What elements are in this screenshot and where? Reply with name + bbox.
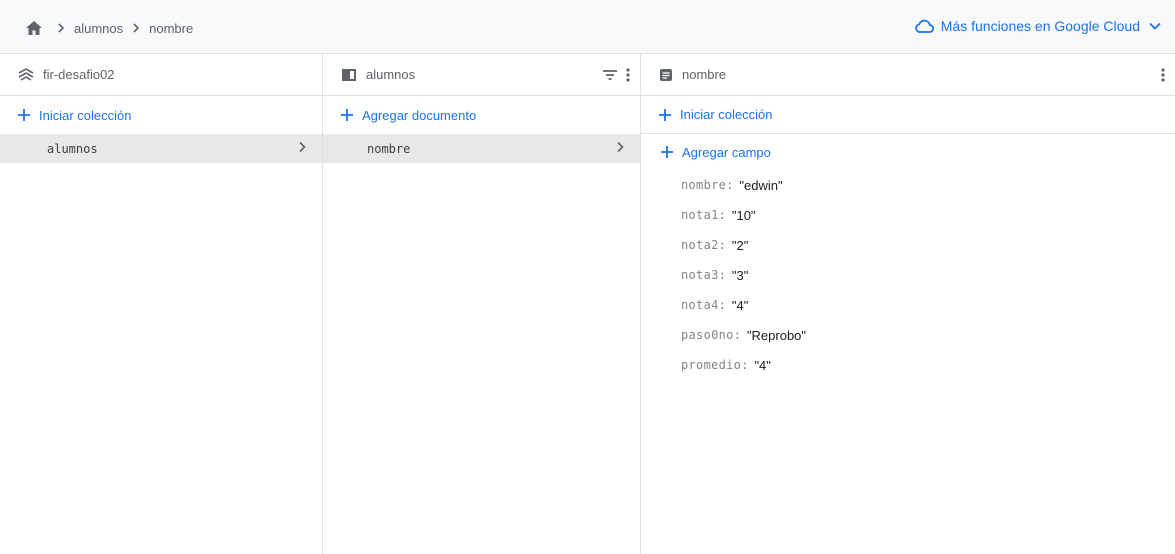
field-key: nota3 bbox=[681, 268, 719, 282]
list-item-alumnos[interactable]: alumnos bbox=[0, 134, 322, 163]
field-value: "10" bbox=[731, 207, 756, 223]
start-subcollection-label: Iniciar colección bbox=[680, 107, 773, 122]
add-document-button[interactable]: Agregar documento bbox=[323, 96, 640, 134]
field-row[interactable]: paso0no: "Reprobo" bbox=[681, 320, 1175, 350]
field-key: nota1 bbox=[681, 208, 719, 222]
field-key: nota4 bbox=[681, 298, 719, 312]
filter-icon[interactable] bbox=[602, 69, 618, 81]
field-row[interactable]: promedio: "4" bbox=[681, 350, 1175, 380]
more-vert-icon[interactable] bbox=[1161, 68, 1165, 82]
breadcrumb: alumnos nombre bbox=[25, 18, 193, 38]
chevron-right-icon bbox=[616, 141, 624, 153]
field-row[interactable]: nota3: "3" bbox=[681, 260, 1175, 290]
plus-icon bbox=[18, 109, 30, 121]
add-document-label: Agregar documento bbox=[362, 107, 477, 123]
chevron-down-icon bbox=[1149, 22, 1161, 30]
start-subcollection-button[interactable]: Iniciar colección bbox=[641, 96, 1175, 134]
plus-icon bbox=[341, 109, 353, 121]
field-value: "Reprobo" bbox=[746, 327, 807, 343]
list-item-nombre[interactable]: nombre bbox=[323, 134, 640, 163]
more-vert-icon[interactable] bbox=[626, 68, 630, 82]
add-field-button[interactable]: Agregar campo bbox=[641, 134, 1175, 170]
add-field-label: Agregar campo bbox=[682, 144, 771, 160]
root-column-header: fir-desafio02 bbox=[0, 54, 322, 96]
breadcrumb-item-alumnos[interactable]: alumnos bbox=[74, 21, 123, 36]
field-row[interactable]: nota1: "10" bbox=[681, 200, 1175, 230]
field-row[interactable]: nota4: "4" bbox=[681, 290, 1175, 320]
start-collection-label: Iniciar colección bbox=[39, 107, 132, 123]
document-column-header: nombre bbox=[641, 54, 1175, 96]
cloud-icon bbox=[914, 19, 934, 33]
collection-icon bbox=[341, 68, 357, 82]
firestore-icon bbox=[18, 67, 34, 82]
start-collection-button[interactable]: Iniciar colección bbox=[0, 96, 322, 134]
document-icon bbox=[659, 68, 673, 82]
root-column: fir-desafio02 Iniciar colección alumnos bbox=[0, 54, 323, 554]
field-value: "3" bbox=[731, 267, 749, 283]
field-list: nombre: "edwin" nota1: "10" nota2: "2" n… bbox=[641, 170, 1175, 380]
collection-column-header: alumnos bbox=[323, 54, 640, 96]
google-cloud-link[interactable]: Más funciones en Google Cloud bbox=[914, 18, 1161, 34]
home-icon[interactable] bbox=[25, 20, 43, 36]
google-cloud-link-label: Más funciones en Google Cloud bbox=[940, 18, 1140, 34]
chevron-right-icon bbox=[298, 141, 306, 153]
plus-icon bbox=[659, 108, 671, 121]
chevron-right-icon bbox=[57, 23, 65, 33]
chevron-right-icon bbox=[132, 23, 140, 33]
data-columns: fir-desafio02 Iniciar colección alumnos … bbox=[0, 54, 1175, 554]
root-column-title: fir-desafio02 bbox=[43, 67, 115, 82]
collection-column-title: alumnos bbox=[366, 67, 416, 82]
field-key: nombre bbox=[681, 178, 727, 192]
field-key: nota2 bbox=[681, 238, 719, 252]
field-key: paso0no bbox=[681, 328, 734, 342]
document-column: nombre Iniciar colección Agregar campo n… bbox=[641, 54, 1175, 554]
field-row[interactable]: nombre: "edwin" bbox=[681, 170, 1175, 200]
top-bar: alumnos nombre Más funciones en Google C… bbox=[0, 0, 1175, 54]
list-item-label: alumnos bbox=[47, 141, 98, 156]
field-value: "4" bbox=[731, 297, 749, 313]
field-row[interactable]: nota2: "2" bbox=[681, 230, 1175, 260]
field-value: "2" bbox=[731, 237, 749, 253]
plus-icon bbox=[661, 146, 673, 158]
document-column-title: nombre bbox=[682, 67, 727, 82]
field-value: "4" bbox=[754, 357, 771, 373]
breadcrumb-item-nombre[interactable]: nombre bbox=[149, 21, 193, 36]
field-value: "edwin" bbox=[739, 177, 783, 193]
collection-column: alumnos Agregar documento nombre bbox=[323, 54, 641, 554]
list-item-label: nombre bbox=[367, 141, 411, 156]
field-key: promedio bbox=[681, 358, 742, 372]
